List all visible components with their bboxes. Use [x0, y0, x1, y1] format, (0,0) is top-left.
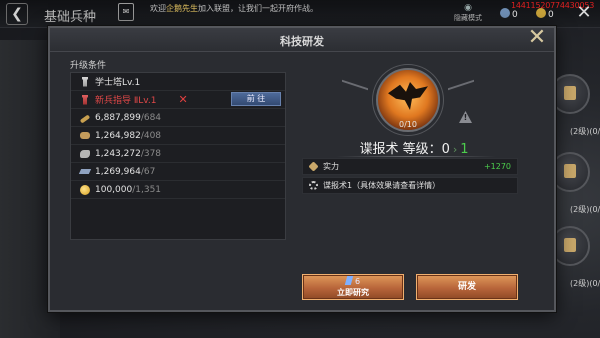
- hide-mode-label: 隐藏模式: [454, 14, 482, 22]
- next-level: 1: [460, 142, 469, 157]
- requirement-row: 1,264,982 /408: [71, 127, 285, 145]
- lock-icon: [564, 164, 576, 178]
- instant-cost-value: 6: [354, 277, 361, 286]
- tech-level-line: 谍报术 等级：0 › 1: [300, 138, 528, 157]
- eye-icon: ◉: [464, 3, 472, 13]
- effect-row[interactable]: 谍报术1（具体效果请查看详情）: [302, 177, 518, 194]
- resource-owned: 1,269,964: [95, 166, 141, 177]
- side-tech-level: (2级)(0/1): [570, 127, 600, 136]
- requirement-label: 新兵指导 ⅡLv.1: [95, 96, 157, 106]
- resource-required: /684: [140, 112, 162, 123]
- divider: [336, 156, 496, 157]
- resource-a: 0: [500, 8, 518, 20]
- side-tech-level: (2级)(0/1): [570, 279, 600, 288]
- requirement-row: 学士塔Lv.1: [71, 73, 285, 91]
- unmet-x-icon: ✕: [178, 93, 188, 106]
- tower-icon: [82, 76, 88, 87]
- effect-label: 谍报术1（具体效果请查看详情）: [323, 181, 441, 190]
- requirements-panel: 学士塔Lv.1 新兵指导 ⅡLv.1 ✕ 前 往 6,887,899 /684 …: [70, 72, 286, 240]
- side-tech-slot[interactable]: (2级)(0/1): [550, 74, 600, 136]
- requirement-row: 100,000 /1,351: [71, 181, 285, 199]
- requirement-label: 学士塔Lv.1: [95, 78, 141, 88]
- stone-icon: [80, 149, 90, 158]
- instant-research-button[interactable]: 6 立即研究: [302, 274, 404, 300]
- resource-owned: 100,000: [95, 184, 133, 195]
- resource-required: /408: [140, 130, 162, 141]
- wood-icon: [80, 132, 90, 139]
- chat-icon[interactable]: ✉: [118, 3, 134, 21]
- gem-icon: [344, 276, 354, 285]
- effect-row: 实力 +1270: [302, 158, 518, 175]
- side-tech-level: (2级)(0/1): [570, 205, 600, 214]
- requirement-row: 1,243,272 /378: [71, 145, 285, 163]
- power-icon: [308, 161, 319, 172]
- resource-owned: 6,887,899: [95, 112, 141, 123]
- screen-close-button[interactable]: ✕: [573, 4, 595, 24]
- resource-a-value: 0: [512, 10, 518, 20]
- resource-b-value: 0: [548, 10, 554, 20]
- instant-research-label: 立即研究: [337, 287, 369, 297]
- screen-title: 基础兵种: [44, 10, 97, 25]
- resource-required: /1,351: [132, 184, 162, 195]
- back-button[interactable]: ❮: [6, 3, 28, 25]
- tech-name: 谍报术 等级：: [359, 142, 442, 157]
- tower-icon: [82, 94, 88, 105]
- arrow-icon: ›: [452, 143, 458, 156]
- goto-button[interactable]: 前 往: [231, 92, 281, 106]
- resource-required: /67: [140, 166, 156, 177]
- effects-panel: 实力 +1270 谍报术1（具体效果请查看详情）: [302, 158, 518, 196]
- emblem-wing-left: [342, 79, 368, 113]
- chat-name: 企鹅先生: [166, 4, 198, 13]
- tech-research-dialog: 科技研发 ✕ 升级条件 学士塔Lv.1 新兵指导 ⅡLv.1 ✕ 前 往 6,8…: [48, 26, 556, 312]
- gold-icon: [80, 184, 90, 195]
- requirements-title: 升级条件: [70, 61, 107, 71]
- resource-required: /378: [140, 148, 162, 159]
- resource-owned: 1,264,982: [95, 130, 141, 141]
- gem-icon: [500, 8, 510, 18]
- hide-mode-button[interactable]: ◉ 隐藏模式: [446, 3, 490, 23]
- resource-b: 0: [536, 8, 554, 20]
- tech-emblem[interactable]: 0/10: [342, 60, 474, 144]
- resource-owned: 1,243,272: [95, 148, 141, 159]
- dialog-close-button[interactable]: ✕: [526, 26, 548, 50]
- spy-icon: [309, 181, 318, 190]
- requirement-row: 1,269,964 /67: [71, 163, 285, 181]
- lock-icon: [564, 86, 576, 100]
- dialog-title: 科技研发: [280, 35, 324, 48]
- food-icon: [79, 114, 91, 124]
- current-level: 0: [441, 142, 450, 157]
- effect-label: 实力: [323, 162, 339, 171]
- requirement-row: 6,887,899 /684: [71, 109, 285, 127]
- emblem-wing-right: [448, 79, 474, 113]
- research-button[interactable]: 研发: [416, 274, 518, 300]
- tech-progress: 0/10: [399, 120, 417, 129]
- iron-icon: [78, 169, 92, 174]
- top-bar: ❮ 基础兵种 ✉ 欢迎企鹅先生加入联盟，让我们一起开府作战。 ◉ 隐藏模式 144…: [0, 0, 600, 28]
- chat-suffix: 加入联盟，让我们一起开府作战。: [198, 4, 318, 13]
- instant-cost: 6: [303, 276, 403, 287]
- coin-icon: [536, 8, 546, 18]
- dialog-header: 科技研发: [50, 28, 554, 52]
- info-warning-icon[interactable]: !: [459, 111, 472, 123]
- side-tech-slot[interactable]: (2级)(0/1): [550, 152, 600, 214]
- effect-value: +1270: [483, 162, 511, 171]
- side-tech-slot[interactable]: (2级)(0/1): [550, 226, 600, 288]
- requirement-row: 新兵指导 ⅡLv.1 ✕ 前 往: [71, 91, 285, 109]
- lock-icon: [564, 238, 576, 252]
- chat-prefix: 欢迎: [150, 4, 166, 13]
- chat-message[interactable]: 欢迎企鹅先生加入联盟，让我们一起开府作战。: [150, 3, 318, 14]
